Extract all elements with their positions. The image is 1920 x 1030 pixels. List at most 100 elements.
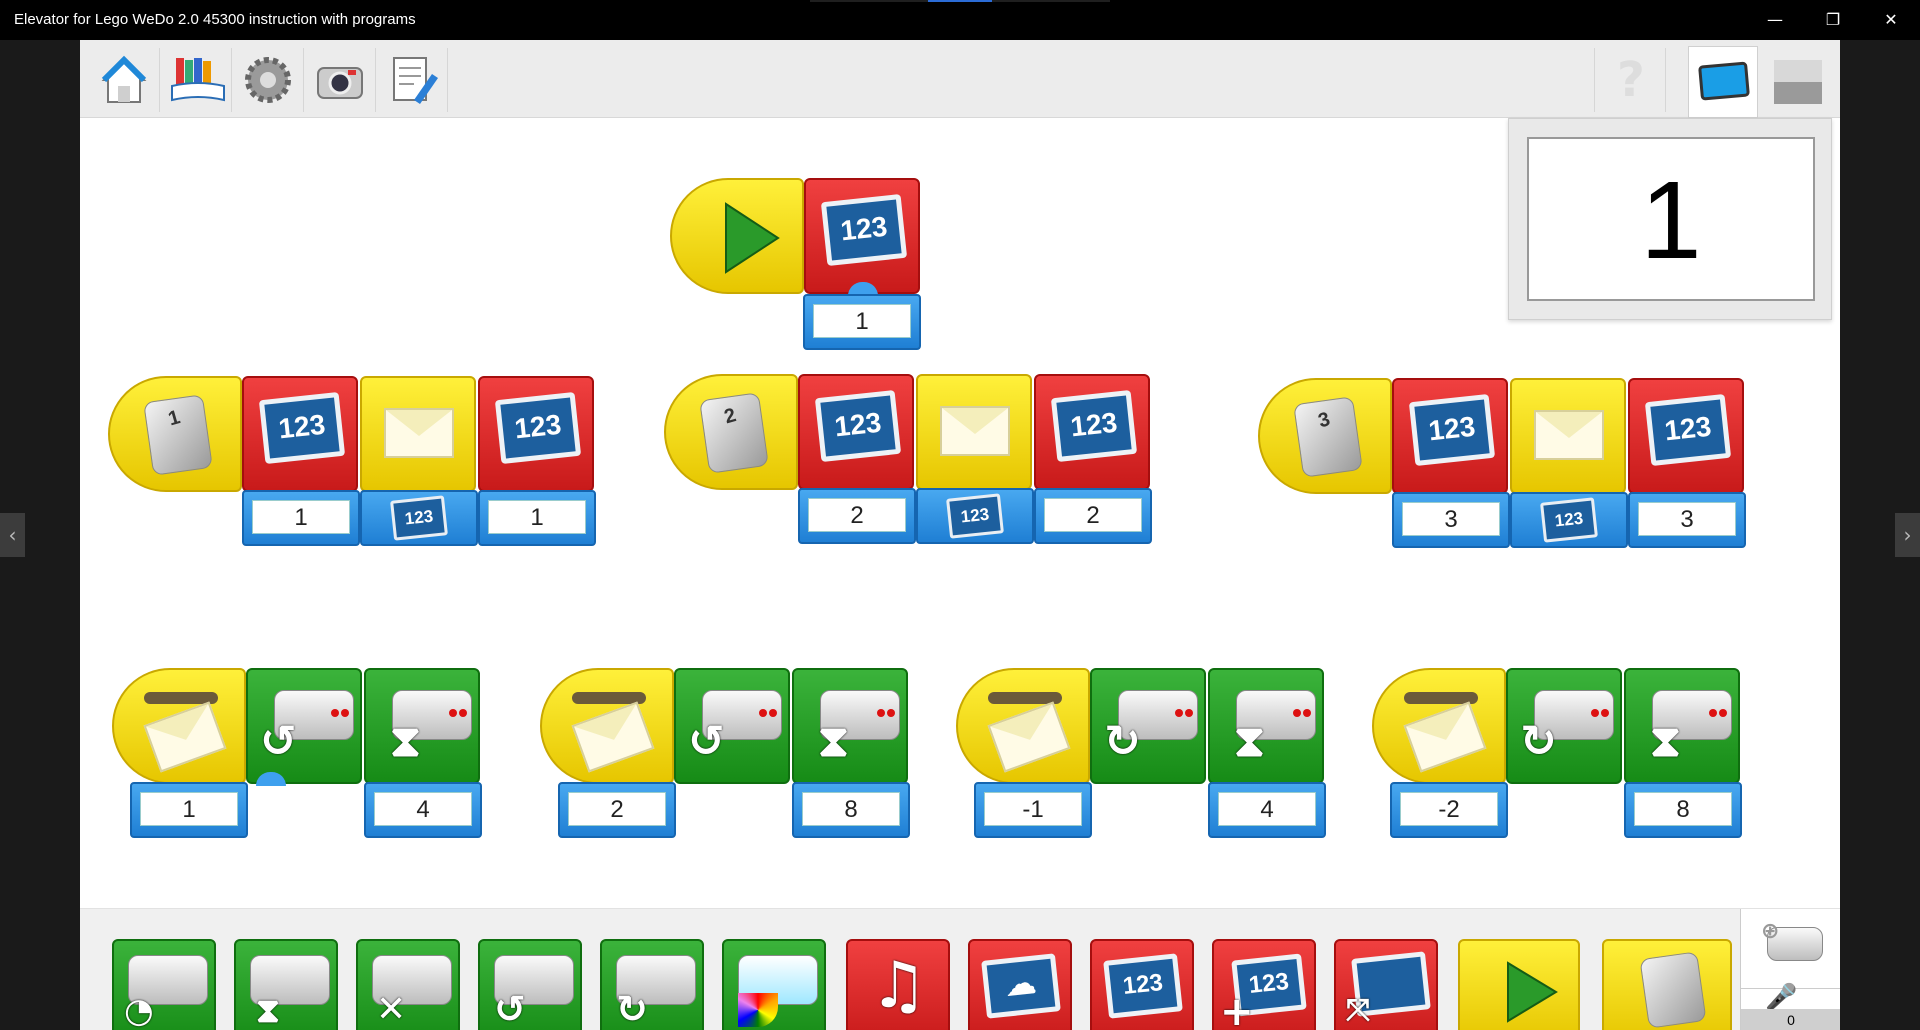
palette-display-add-block[interactable]: 123 + — [1212, 939, 1316, 1030]
palette-start-block[interactable] — [1458, 939, 1580, 1030]
number-input[interactable]: 8 — [1624, 782, 1742, 838]
display-view-tab[interactable] — [1688, 46, 1758, 118]
message-input[interactable]: 123 — [360, 490, 478, 546]
microphone-icon[interactable]: 🎤 — [1741, 983, 1821, 1013]
send-message-block[interactable] — [916, 374, 1032, 490]
number-value: -1 — [984, 792, 1082, 826]
motor-clockwise-block[interactable]: ↻ — [1506, 668, 1622, 784]
message-start-block[interactable] — [540, 668, 674, 784]
number-input[interactable]: 3 — [1628, 492, 1746, 548]
envelope-icon — [143, 701, 227, 773]
number-input[interactable]: 4 — [364, 782, 482, 838]
settings-gear-icon[interactable] — [232, 48, 304, 112]
display-add-block[interactable]: 123 — [798, 374, 914, 490]
number-input[interactable]: 8 — [792, 782, 910, 838]
hidden-view-tab[interactable] — [1762, 48, 1834, 112]
send-message-block[interactable] — [360, 376, 476, 492]
display-icon: 123 — [814, 389, 902, 463]
palette-light-block[interactable] — [722, 939, 826, 1030]
message-start-block[interactable] — [956, 668, 1090, 784]
palette-motor-off-block[interactable]: ✕ — [356, 939, 460, 1030]
message-input[interactable]: 123 — [916, 488, 1034, 544]
help-icon[interactable]: ? — [1594, 48, 1666, 112]
restore-button[interactable]: ❐ — [1804, 0, 1862, 40]
play-icon — [725, 202, 780, 274]
number-input[interactable]: -1 — [974, 782, 1092, 838]
motor-on-for-block[interactable]: ⧗ — [364, 668, 480, 784]
number-input[interactable]: 2 — [798, 488, 916, 544]
display-number-block[interactable]: 123 — [478, 376, 594, 492]
number-input[interactable]: 1 — [130, 782, 248, 838]
display-number-block[interactable]: 123 — [1628, 378, 1744, 494]
display-panel: 1 — [1508, 118, 1832, 320]
camera-icon[interactable] — [304, 48, 376, 112]
previous-page-arrow[interactable]: ‹ — [0, 513, 25, 557]
palette-motor-speed-block[interactable]: ◔ — [112, 939, 216, 1030]
display-add-block[interactable]: 123 — [242, 376, 358, 492]
palette-motor-counterclockwise-block[interactable]: ↺ — [478, 939, 582, 1030]
sound-level-counter: 0 — [1741, 1009, 1840, 1030]
number-value: 1 — [252, 500, 350, 534]
send-message-block[interactable] — [1510, 378, 1626, 494]
palette-display-number-block[interactable]: 123 — [1090, 939, 1194, 1030]
stop-x-icon: ✕ — [376, 989, 407, 1030]
motor-on-for-block[interactable]: ⧗ — [1624, 668, 1740, 784]
key-label: 1 — [165, 406, 183, 431]
palette-key-start-block[interactable] — [1602, 939, 1732, 1030]
minimize-button[interactable]: — — [1746, 0, 1804, 40]
display-add-block[interactable]: 123 — [1392, 378, 1508, 494]
number-input[interactable]: 3 — [1392, 492, 1510, 548]
number-input[interactable]: 2 — [1034, 488, 1152, 544]
palette-display-background-block[interactable]: ☁ — [968, 939, 1072, 1030]
number-input[interactable]: 1 — [242, 490, 360, 546]
number-value: -2 — [1400, 792, 1498, 826]
next-page-arrow[interactable]: › — [1895, 513, 1920, 557]
display-number-block[interactable]: 123 — [804, 178, 920, 294]
play-icon — [1507, 961, 1558, 1023]
counterclockwise-arrow-icon: ↺ — [494, 987, 526, 1030]
counterclockwise-arrow-icon: ↺ — [688, 716, 725, 767]
motor-clockwise-block[interactable]: ↻ — [1090, 668, 1206, 784]
message-input[interactable]: 123 — [1510, 492, 1628, 548]
number-input[interactable]: -2 — [1390, 782, 1508, 838]
library-icon[interactable] — [160, 48, 232, 112]
motor-on-for-block[interactable]: ⧗ — [1208, 668, 1324, 784]
number-value: 2 — [568, 792, 666, 826]
document-edit-icon[interactable] — [376, 48, 448, 112]
palette-sound-block[interactable]: ♫ — [846, 939, 950, 1030]
palette-motor-on-for-block[interactable]: ⧗ — [234, 939, 338, 1030]
shrink-arrows-icon: ⤧ — [1346, 993, 1370, 1028]
message-start-block[interactable] — [1372, 668, 1506, 784]
palette-motor-clockwise-block[interactable]: ↻ — [600, 939, 704, 1030]
message-display-icon: 123 — [390, 495, 448, 541]
key-start-block[interactable]: 1 — [108, 376, 242, 492]
display-icon: 123 — [258, 391, 346, 465]
number-input[interactable]: 1 — [478, 490, 596, 546]
motor-on-for-block[interactable]: ⧗ — [792, 668, 908, 784]
home-icon[interactable] — [88, 48, 160, 112]
add-icon: ⊕ — [1761, 919, 1780, 944]
hourglass-icon: ⧗ — [256, 991, 280, 1030]
envelope-icon — [940, 406, 1010, 456]
palette-display-shrink-block[interactable]: ⤧ — [1334, 939, 1438, 1030]
number-input[interactable]: 2 — [558, 782, 676, 838]
key-start-block[interactable]: 3 — [1258, 378, 1392, 494]
wedo-app: ? 123 1 1 123 123 1 123 1 2 123 123 2 12… — [80, 40, 1840, 1030]
key-start-block[interactable]: 2 — [664, 374, 798, 490]
close-button[interactable]: ✕ — [1862, 0, 1920, 40]
display-number-block[interactable]: 123 — [1034, 374, 1150, 490]
envelope-icon — [571, 701, 655, 773]
start-block[interactable] — [670, 178, 804, 294]
key-icon: 3 — [1293, 396, 1363, 478]
number-input[interactable]: 4 — [1208, 782, 1326, 838]
number-input[interactable]: 1 — [803, 294, 921, 350]
motor-counterclockwise-block[interactable]: ↺ — [246, 668, 362, 784]
message-display-icon: 123 — [946, 493, 1004, 539]
hourglass-icon: ⧗ — [818, 716, 849, 767]
number-value: 2 — [808, 498, 906, 532]
message-start-block[interactable] — [112, 668, 246, 784]
palette-device-panel: ⊕ 🎤 0 — [1740, 909, 1840, 1030]
key-icon — [1639, 951, 1707, 1029]
add-hub-button[interactable]: ⊕ — [1741, 909, 1840, 989]
motor-counterclockwise-block[interactable]: ↺ — [674, 668, 790, 784]
